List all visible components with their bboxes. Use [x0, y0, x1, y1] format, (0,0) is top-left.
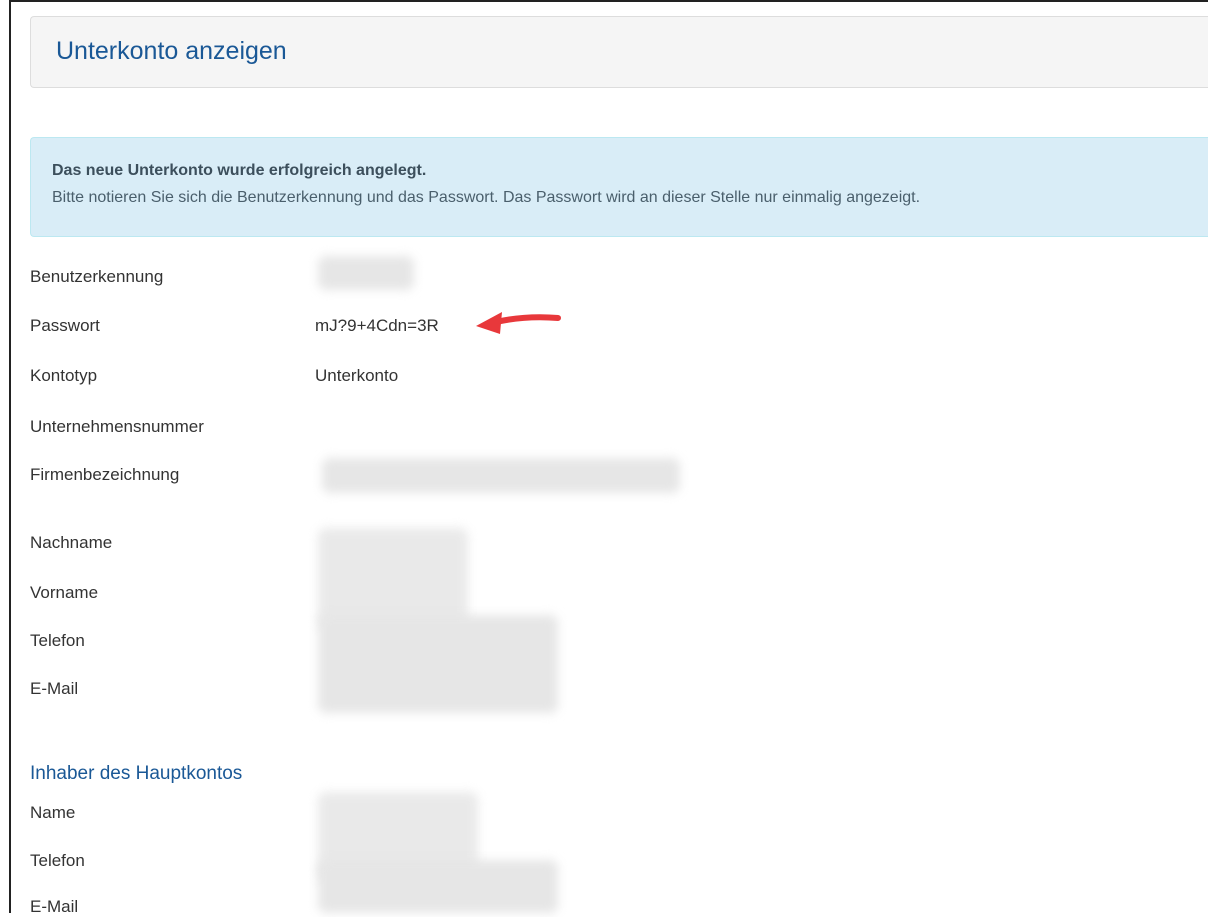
- label-vorname: Vorname: [30, 583, 99, 602]
- label-kontotyp: Kontotyp: [30, 366, 98, 385]
- section-title-owner: Inhaber des Hauptkontos: [30, 763, 243, 784]
- label-owner-telefon: Telefon: [30, 851, 85, 870]
- label-owner-name: Name: [30, 803, 76, 822]
- page-title: Unterkonto anzeigen: [56, 37, 287, 65]
- label-unternehmensnummer: Unternehmensnummer: [30, 417, 204, 436]
- red-arrow-icon: [476, 312, 561, 334]
- label-owner-email: E-Mail: [30, 897, 79, 916]
- panel-heading: Unterkonto anzeigen: [30, 16, 1208, 88]
- label-firmenbezeichnung: Firmenbezeichnung: [30, 465, 180, 484]
- redacted-benutzerkennung: [318, 256, 414, 290]
- redacted-personal-data: [318, 528, 468, 628]
- redacted-contact-data: [318, 615, 558, 713]
- alert-title: Das neue Unterkonto wurde erfolgreich an…: [52, 162, 427, 179]
- label-benutzerkennung: Benutzerkennung: [30, 267, 164, 286]
- label-email: E-Mail: [30, 679, 79, 698]
- alert-text: Bitte notieren Sie sich die Benutzerkenn…: [52, 189, 921, 206]
- value-passwort: mJ?9+4Cdn=3R: [315, 316, 439, 335]
- label-nachname: Nachname: [30, 533, 113, 552]
- redacted-firmenbezeichnung: [322, 458, 680, 493]
- redacted-owner-contact: [318, 860, 558, 913]
- success-alert: Das neue Unterkonto wurde erfolgreich an…: [30, 137, 1208, 237]
- value-kontotyp: Unterkonto: [315, 366, 399, 385]
- label-telefon: Telefon: [30, 631, 85, 650]
- label-passwort: Passwort: [30, 316, 100, 335]
